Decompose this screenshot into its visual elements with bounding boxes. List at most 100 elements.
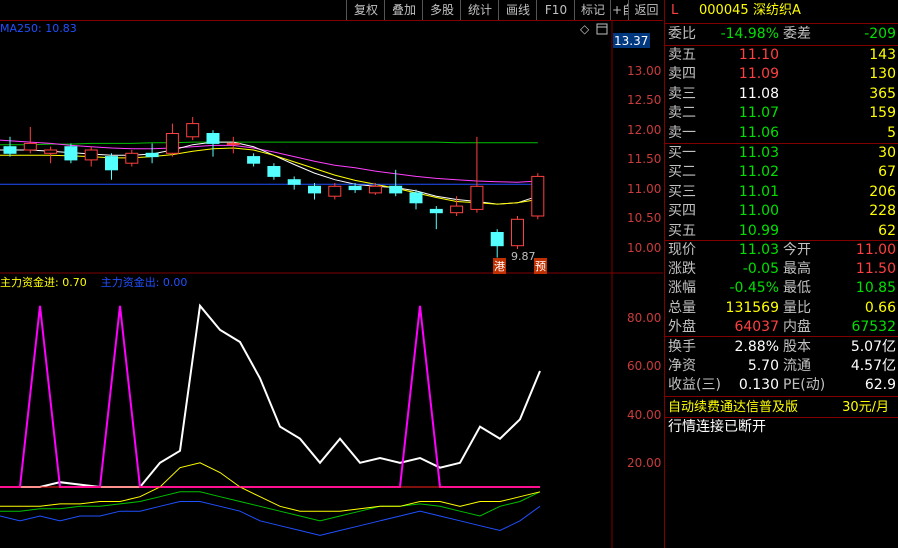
quote-value: 11.50 — [855, 261, 896, 278]
candle-body — [3, 146, 17, 154]
buy-volume: 228 — [869, 203, 896, 220]
candle-body — [328, 185, 342, 197]
buy-row[interactable]: 买四 11.00 228 — [665, 202, 898, 221]
sell-row[interactable]: 卖五 11.10 143 — [665, 46, 898, 65]
candle-body — [308, 185, 321, 194]
toolbar-button-draw-line[interactable]: 画线 — [498, 0, 537, 20]
quote-value: 64037 — [734, 318, 779, 335]
buy-price: 11.01 — [738, 183, 779, 200]
indicator-tick: 60.00 — [627, 359, 662, 373]
sell-row[interactable]: 卖一 11.06 5 — [665, 124, 898, 143]
candle-body — [105, 156, 118, 171]
quote-label: 最低 — [783, 280, 811, 297]
finance-value: 4.57亿 — [850, 358, 896, 375]
price-tick: 12.50 — [627, 93, 662, 107]
stock-marker: L — [671, 3, 679, 18]
buy-volume: 62 — [878, 222, 896, 239]
ma250-label: MA250: 10.83 — [0, 22, 77, 35]
candle-body — [145, 152, 159, 158]
toolbar-button-mark[interactable]: 标记 — [574, 0, 611, 20]
candle-body — [531, 175, 545, 217]
indicator-label-in: 主力资金进: 0.70 — [0, 276, 87, 289]
candle-body — [287, 179, 301, 185]
quote-row: 涨跌 -0.05 最高 11.50 — [665, 260, 898, 279]
sell-label: 卖四 — [668, 66, 696, 83]
candle-body — [206, 133, 220, 144]
tag-yu-badge[interactable]: 预 — [534, 258, 547, 274]
low-price-label: 9.87 — [511, 250, 536, 263]
promo-price[interactable]: 30元/月 — [842, 398, 889, 417]
buy-label: 买一 — [668, 145, 696, 161]
sell-row[interactable]: 卖四 11.09 130 — [665, 65, 898, 84]
finance-label: 收益(三) — [668, 377, 721, 394]
finance-value: 62.9 — [864, 377, 896, 394]
finance-label: 换手 — [668, 339, 696, 355]
sell-volume: 5 — [887, 124, 896, 141]
wei-bi-label: 委比 — [668, 26, 696, 42]
candle-body — [267, 166, 281, 177]
indicator-label-out: 主力资金出: 0.00 — [100, 276, 188, 289]
candle-body — [470, 185, 484, 210]
candle-body — [186, 123, 200, 138]
toolbar-button-overlay[interactable]: 叠加 — [384, 0, 423, 20]
quote-value: -0.45% — [729, 280, 779, 297]
current-price-label: 13.37 — [614, 34, 649, 48]
buy-row[interactable]: 买二 11.02 67 — [665, 163, 898, 182]
indicator-line-1 — [0, 305, 540, 488]
promo-text[interactable]: 自动续费通达信普及版 — [668, 398, 798, 417]
wei-bi-value: -14.98% — [720, 26, 779, 42]
quote-label: 外盘 — [668, 318, 696, 335]
finance-value: 0.130 — [738, 377, 779, 394]
sell-price: 11.09 — [738, 66, 779, 83]
wei-bi-row: 委比 -14.98% 委差 -209 — [665, 25, 898, 44]
buy-price: 11.03 — [738, 145, 779, 161]
toolbar-button-restore-rights[interactable]: 复权 — [346, 0, 385, 20]
buy-row[interactable]: 买三 11.01 206 — [665, 183, 898, 202]
price-tick: 10.50 — [627, 211, 662, 225]
finance-value: 5.70 — [747, 358, 779, 375]
promo-row[interactable]: 自动续费通达信普及版 30元/月 — [665, 398, 898, 417]
price-tick: 12.00 — [627, 123, 662, 137]
buy-row[interactable]: 买一 11.03 30 — [665, 144, 898, 163]
diamond-icon: ◇ — [580, 22, 590, 36]
connection-status: 行情连接已断开 — [668, 419, 766, 435]
quote-label: 现价 — [668, 242, 696, 258]
quote-label: 内盘 — [783, 318, 811, 335]
sell-price: 11.10 — [738, 47, 779, 63]
quote-value: 10.85 — [855, 280, 896, 297]
sell-row[interactable]: 卖二 11.07 159 — [665, 104, 898, 123]
quote-row: 总量 131569 量比 0.66 — [665, 299, 898, 318]
candle-body — [368, 185, 382, 194]
candlesticks — [3, 117, 545, 258]
tag-gang-badge[interactable]: 港 — [493, 258, 506, 274]
finance-label: PE(动) — [783, 377, 826, 394]
buy-row[interactable]: 买五 10.99 62 — [665, 222, 898, 241]
candle-body — [226, 142, 240, 145]
stock-code: 000045 — [699, 3, 749, 18]
toolbar-button-statistics[interactable]: 统计 — [460, 0, 499, 20]
quote-label: 总量 — [668, 299, 696, 316]
ma-line-0 — [0, 141, 538, 146]
finance-label: 股本 — [783, 339, 811, 355]
candle-body — [44, 149, 58, 154]
quote-value: 0.66 — [864, 299, 896, 316]
quote-value: -0.05 — [742, 261, 779, 278]
finance-row: 净资 5.70 流通 4.57亿 — [665, 357, 898, 376]
price-tick: 13.00 — [627, 64, 662, 78]
quote-row: 现价 11.03 今开 11.00 — [665, 241, 898, 260]
wei-cha-value: -209 — [864, 26, 896, 42]
quote-label: 最高 — [783, 261, 811, 278]
sell-volume: 365 — [869, 85, 896, 102]
sell-volume: 130 — [869, 66, 896, 83]
toolbar-button-multi-stock[interactable]: 多股 — [422, 0, 461, 20]
indicator-tick: 80.00 — [627, 311, 662, 325]
price-tick: 11.00 — [627, 182, 662, 196]
status-row: 行情连接已断开 — [665, 418, 898, 437]
finance-value: 5.07亿 — [850, 339, 896, 355]
toolbar-button-back[interactable]: 返回 — [628, 0, 664, 20]
buy-price: 11.02 — [738, 164, 779, 181]
sell-row[interactable]: 卖三 11.08 365 — [665, 85, 898, 104]
candle-body — [23, 142, 37, 151]
toolbar-button-f10[interactable]: F10 — [536, 0, 575, 20]
buy-label: 买二 — [668, 164, 696, 181]
